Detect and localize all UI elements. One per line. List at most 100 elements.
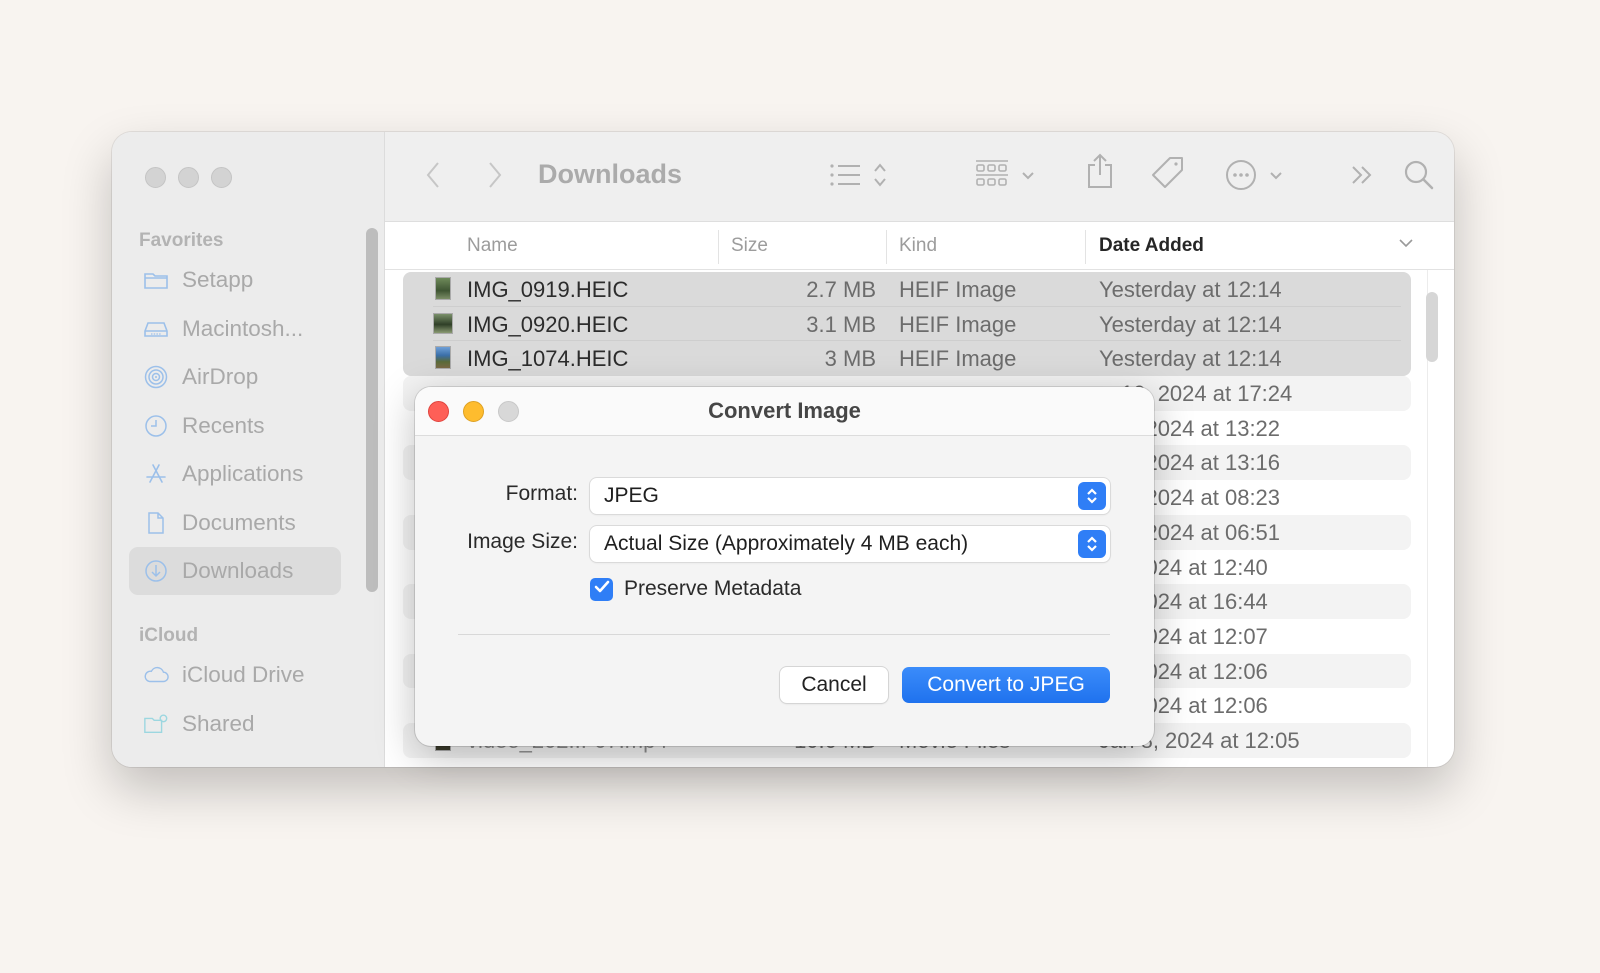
document-icon: [143, 511, 169, 535]
dialog-divider: [458, 634, 1110, 635]
chevron-down-icon: [1269, 168, 1283, 186]
column-divider[interactable]: [718, 230, 719, 264]
selected-rows: IMG_0919.HEIC 2.7 MB HEIF Image Yesterda…: [403, 272, 1411, 377]
convert-button[interactable]: Convert to JPEG: [902, 667, 1110, 703]
column-headers: Name Size Kind Date Added: [385, 222, 1454, 270]
file-date-added: Yesterday at 12:14: [1099, 311, 1282, 337]
forward-button[interactable]: [485, 160, 505, 194]
window-title: Downloads: [538, 159, 683, 189]
file-row[interactable]: IMG_1074.HEIC 3 MB HEIF Image Yesterday …: [403, 341, 1411, 377]
column-header-size[interactable]: Size: [731, 235, 768, 257]
sidebar-item-label: Downloads: [182, 558, 294, 583]
cancel-button[interactable]: Cancel: [780, 667, 888, 703]
sidebar-item-label: Setapp: [182, 267, 254, 292]
column-divider[interactable]: [1085, 230, 1086, 264]
up-down-chevron-icon: [873, 161, 887, 194]
minimize-button[interactable]: [178, 167, 199, 188]
group-button[interactable]: [975, 159, 1035, 196]
column-header-kind[interactable]: Kind: [899, 235, 937, 257]
file-kind: HEIF Image: [899, 311, 1017, 337]
sidebar-item-icloud-drive[interactable]: iCloud Drive: [129, 651, 341, 699]
close-button[interactable]: [145, 167, 166, 188]
sidebar-item-applications[interactable]: Applications: [129, 450, 341, 498]
file-name: IMG_1074.HEIC: [467, 346, 629, 372]
shared-folder-icon: [143, 712, 169, 736]
preserve-metadata-checkbox[interactable]: [590, 578, 613, 601]
sidebar-item-shared[interactable]: Shared: [129, 700, 341, 748]
tag-icon: [1150, 155, 1186, 196]
sidebar-item-label: iCloud Drive: [182, 662, 305, 687]
file-size: 3.1 MB: [806, 311, 876, 337]
column-divider[interactable]: [886, 230, 887, 264]
tag-button[interactable]: [1150, 156, 1186, 192]
airdrop-icon: [143, 365, 169, 389]
file-size: 3 MB: [824, 346, 876, 372]
sidebar-item-macintosh[interactable]: Macintosh...: [129, 305, 341, 353]
file-row[interactable]: IMG_0920.HEIC 3.1 MB HEIF Image Yesterda…: [403, 306, 1411, 342]
sidebar-item-label: Recents: [182, 413, 265, 438]
list-view-icon: [829, 162, 861, 193]
back-button[interactable]: [423, 160, 443, 194]
more-actions-button[interactable]: [1225, 159, 1283, 196]
format-label: Format:: [505, 482, 578, 505]
file-kind: HEIF Image: [899, 346, 1017, 372]
sidebar-heading-icloud: iCloud: [139, 625, 199, 646]
sidebar-scrollbar[interactable]: [366, 228, 378, 592]
image-thumbnail-icon: [435, 277, 451, 300]
cloud-icon: [143, 663, 169, 687]
chevron-left-icon: [423, 160, 443, 195]
sidebar-item-airdrop[interactable]: AirDrop: [129, 353, 341, 401]
search-button[interactable]: [1403, 160, 1435, 194]
checkmark-icon: [594, 580, 610, 599]
sidebar-item-documents[interactable]: Documents: [129, 499, 341, 547]
sidebar-item-recents[interactable]: Recents: [129, 402, 341, 450]
format-value: JPEG: [604, 484, 659, 507]
sidebar-item-label: Applications: [182, 461, 304, 486]
sort-chevron-down-icon[interactable]: [1398, 234, 1414, 256]
share-button[interactable]: [1085, 153, 1115, 190]
dialog-title: Convert Image: [708, 398, 861, 423]
zoom-button[interactable]: [211, 167, 232, 188]
sidebar: Favorites Setapp Macintosh... AirDrop Re…: [112, 132, 385, 767]
toolbar-overflow-button[interactable]: [1350, 160, 1376, 194]
window-controls: [145, 167, 232, 188]
format-popup[interactable]: JPEG: [590, 478, 1110, 514]
preserve-metadata-label[interactable]: Preserve Metadata: [624, 577, 801, 601]
sidebar-item-downloads[interactable]: Downloads: [129, 547, 341, 595]
chevron-right-icon: [485, 160, 505, 195]
image-size-label: Image Size:: [467, 530, 578, 553]
clock-icon: [143, 414, 169, 438]
view-options-button[interactable]: [829, 160, 887, 194]
file-date-added: Yesterday at 12:14: [1099, 346, 1282, 372]
download-icon: [143, 559, 169, 583]
group-grid-icon: [975, 159, 1009, 196]
folder-icon: [143, 268, 169, 292]
ellipsis-circle-icon: [1225, 159, 1257, 196]
dialog-title-bar: Convert Image: [415, 387, 1154, 436]
up-down-stepper-icon: [1078, 482, 1106, 510]
applications-icon: [143, 462, 169, 486]
column-header-date-added[interactable]: Date Added: [1099, 235, 1204, 257]
hard-drive-icon: [143, 317, 169, 341]
file-date-added: Yesterday at 12:14: [1099, 277, 1282, 302]
search-icon: [1403, 159, 1435, 196]
up-down-stepper-icon: [1078, 530, 1106, 558]
file-name: IMG_0920.HEIC: [467, 311, 629, 337]
chevron-down-icon: [1021, 168, 1035, 186]
file-size: 2.7 MB: [806, 277, 876, 302]
sidebar-item-setapp[interactable]: Setapp: [129, 256, 341, 304]
double-chevron-icon: [1350, 164, 1376, 191]
sidebar-heading-favorites: Favorites: [139, 230, 224, 251]
sidebar-item-label: Macintosh...: [182, 316, 304, 341]
file-row[interactable]: IMG_0919.HEIC 2.7 MB HEIF Image Yesterda…: [403, 272, 1411, 307]
file-list-scrollbar[interactable]: [1426, 292, 1438, 362]
image-size-popup[interactable]: Actual Size (Approximately 4 MB each): [590, 526, 1110, 562]
file-kind: HEIF Image: [899, 277, 1017, 302]
sidebar-item-label: Shared: [182, 711, 255, 736]
file-name: IMG_0919.HEIC: [467, 277, 629, 302]
image-thumbnail-icon: [433, 312, 453, 334]
column-header-name[interactable]: Name: [467, 235, 518, 257]
share-icon: [1085, 153, 1115, 194]
image-size-value: Actual Size (Approximately 4 MB each): [604, 532, 969, 555]
sidebar-item-label: AirDrop: [182, 364, 259, 389]
